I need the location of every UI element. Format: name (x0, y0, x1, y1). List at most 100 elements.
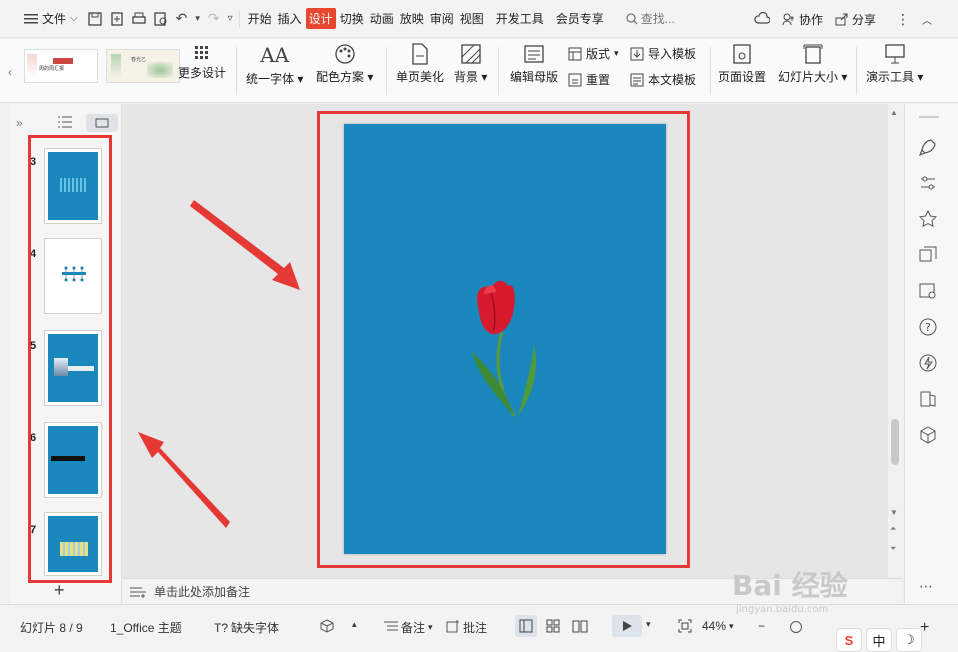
tab-insert[interactable]: 插入 (276, 8, 304, 29)
chevron-left-icon[interactable]: ‹ (8, 65, 12, 79)
template-thumb-2-branch (111, 54, 121, 78)
file-menu[interactable]: 文件 ⌵ (0, 0, 78, 37)
undo-icon[interactable]: ↶ (176, 10, 188, 27)
template-thumb-2-leaves (147, 62, 173, 78)
color-scheme-button[interactable]: 配色方案 ▾ (316, 43, 373, 85)
layout-button[interactable]: 版式 ▾ (568, 45, 619, 62)
template-thumb-2-text: 春光乙 (131, 57, 147, 63)
play-button[interactable] (612, 615, 642, 637)
next-slide-icon[interactable]: ⏷ (890, 544, 896, 554)
moon-icon[interactable]: ☽ (896, 628, 922, 652)
search-box[interactable]: 查找... (626, 10, 675, 27)
outline-view-icon[interactable] (58, 116, 72, 128)
cloud-sync-icon[interactable] (754, 12, 770, 26)
reading-view-icon[interactable] (572, 619, 588, 633)
template-thumb-2[interactable]: 春光乙 (106, 49, 180, 83)
background-button[interactable]: 背景 ▾ (454, 43, 487, 85)
notes-toggle-button[interactable]: 备注 ▾ (384, 619, 433, 636)
present-tools-label-wrap: 演示工具 ▾ (866, 70, 924, 84)
save-icon[interactable] (87, 11, 102, 26)
zoom-slider-thumb[interactable] (790, 621, 802, 633)
hamburger-icon (24, 13, 38, 25)
tab-home[interactable]: 开始 (246, 8, 274, 29)
baidu-watermark-url: jingyan.baidu.com (736, 604, 829, 615)
palette-icon (334, 43, 356, 65)
prev-slide-icon[interactable]: ⏶ (890, 524, 896, 534)
comments-button[interactable]: 批注 (446, 619, 487, 636)
canvas-vertical-scrollbar[interactable]: ▲ ▼ ⏶ ⏷ (888, 104, 902, 578)
sliders-icon[interactable] (919, 174, 937, 192)
ribbon-separator (498, 47, 499, 95)
lightning-icon[interactable] (919, 354, 937, 372)
thumbnail-view-icon[interactable] (86, 114, 118, 132)
tab-review[interactable]: 审阅 (428, 8, 456, 29)
reset-icon (568, 73, 582, 87)
fit-window-icon[interactable] (678, 619, 692, 633)
help-icon[interactable]: ? (919, 318, 937, 336)
right-side-panel: ? ⋯ (904, 104, 958, 604)
more-vertical-icon[interactable]: ⋮ (896, 11, 910, 28)
this-template-button[interactable]: 本文模板 (630, 71, 696, 88)
play-dropdown-icon[interactable]: ▾ (646, 619, 651, 630)
missing-font-icon: T? (214, 620, 229, 635)
reset-button[interactable]: 重置 (568, 71, 610, 88)
unify-font-button[interactable]: AA 统一字体 ▾ (246, 43, 303, 87)
template-thumb-1[interactable]: 周的周汇报 (24, 49, 98, 83)
collab-button[interactable]: 协作 (782, 11, 823, 28)
edit-master-button[interactable]: 编辑母版 (510, 43, 558, 85)
import-template-button[interactable]: 导入模板 (630, 45, 696, 62)
tab-developer[interactable]: 开发工具 (494, 8, 546, 29)
slide-size-button[interactable]: 幻灯片大小 ▾ (778, 43, 847, 85)
cube-status-icon[interactable] (320, 619, 334, 633)
present-tools-button[interactable]: 演示工具 ▾ (866, 43, 923, 85)
template-thumb-1-text: 周的周汇报 (39, 66, 65, 72)
export-pdf-icon[interactable] (110, 11, 124, 26)
more-design-button[interactable]: 更多设计 (178, 45, 226, 81)
transition-icon[interactable] (919, 246, 937, 264)
book-icon[interactable] (919, 390, 937, 408)
image-settings-icon[interactable] (919, 282, 937, 300)
expand-pane-icon[interactable]: » (16, 116, 23, 130)
print-preview-icon[interactable] (153, 11, 168, 26)
collab-label: 协作 (798, 12, 823, 27)
page-beautify-button[interactable]: 单页美化 (396, 43, 444, 85)
undo-dropdown-icon[interactable]: ▾ (195, 13, 200, 24)
print-icon[interactable] (131, 12, 146, 26)
page-setup-button[interactable]: 页面设置 (718, 43, 766, 85)
tab-animations[interactable]: 动画 (368, 8, 396, 29)
page-icon (410, 43, 430, 65)
tab-slideshow[interactable]: 放映 (398, 8, 426, 29)
collab-icon (782, 12, 796, 26)
missing-font-button[interactable]: T? 缺失字体 (214, 619, 279, 636)
layout-dropdown-icon: ▾ (614, 48, 619, 58)
tab-view[interactable]: 视图 (458, 8, 486, 29)
zoom-dropdown-icon: ▾ (729, 620, 734, 631)
tab-transitions[interactable]: 切换 (338, 8, 366, 29)
collapse-ribbon-icon[interactable]: ︿ (922, 12, 932, 27)
scrollbar-thumb[interactable] (891, 419, 899, 465)
normal-view-button[interactable] (515, 615, 537, 637)
share-button[interactable]: 分享 (835, 11, 876, 28)
tab-design[interactable]: 设计 (305, 8, 336, 29)
chevron-up-icon[interactable]: ▴ (352, 619, 357, 630)
tab-member[interactable]: 会员专享 (554, 8, 606, 29)
sogou-ime-icon[interactable]: S (836, 628, 862, 652)
ime-lang-toggle[interactable]: 中 (866, 628, 892, 652)
ribbon: ‹ 周的周汇报 春光乙 更多设计 AA 统一字体 ▾ 配色方案 ▾ 单页美化 背… (0, 39, 958, 103)
customize-qat-icon[interactable]: ▿ (228, 13, 233, 24)
layout-label: 版式 (586, 47, 611, 61)
slide-sorter-icon[interactable] (546, 619, 560, 633)
scroll-down-icon[interactable]: ▼ (890, 508, 898, 517)
add-slide-icon[interactable]: + (54, 580, 65, 601)
annotation-box-thumbnails (28, 135, 112, 583)
scroll-up-icon[interactable]: ▲ (890, 108, 898, 117)
cube-icon[interactable] (919, 426, 937, 444)
star-icon[interactable] (918, 209, 938, 228)
zoom-level[interactable]: 44% ▾ (702, 619, 734, 633)
rocket-icon[interactable] (918, 138, 937, 157)
redo-icon[interactable]: ↷ (208, 10, 220, 27)
ribbon-separator (386, 47, 387, 95)
this-template-label: 本文模板 (648, 73, 697, 87)
more-horizontal-icon[interactable]: ⋯ (919, 578, 937, 596)
zoom-out-icon[interactable]: − (758, 619, 765, 633)
